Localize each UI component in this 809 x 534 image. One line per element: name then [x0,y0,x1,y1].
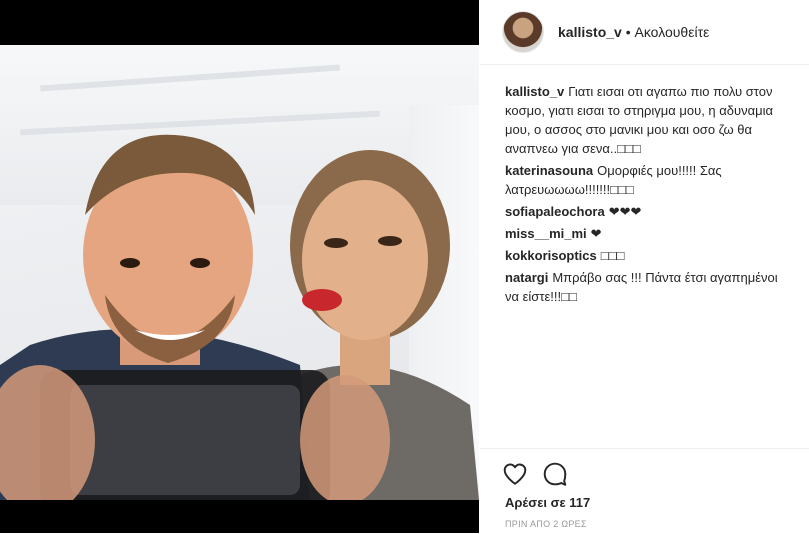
speech-bubble-icon [543,462,567,486]
comment-username[interactable]: natargi [505,270,548,285]
comment-item: sofiapaleochora ❤❤❤ [505,202,795,221]
comment-item: natargi Μπράβο σας !!! Πάντα έτσι αγαπημέ… [505,268,795,306]
avatar[interactable] [502,11,544,53]
comment-username[interactable]: katerinasouna [505,163,593,178]
header-separator: • [621,24,635,40]
follow-status-button[interactable]: Ακολουθείτε [635,24,710,40]
comment-text: ❤❤❤ [608,204,642,219]
comment-username[interactable]: miss__mi_mi [505,226,587,241]
author-username[interactable]: kallisto_v [558,24,622,40]
comments-list: kallisto_v Γιατι εισαι οτι αγαπω πιο πολυ… [505,82,795,309]
comment-text: □□□ [600,248,625,263]
comment-button[interactable] [542,461,568,487]
comment-username[interactable]: sofiapaleochora [505,204,605,219]
caption: kallisto_v Γιατι εισαι οτι αγαπω πιο πολυ… [505,82,795,158]
post-actions: Αρέσει σε 117 ΠΡΙΝ ΑΠΟ 2 ΩΡΕΣ [480,448,809,534]
post-image-panel [0,0,479,533]
likes-count[interactable]: Αρέσει σε 117 [505,495,590,510]
post-header: kallisto_v • Ακολουθείτε [480,0,809,65]
comment-username[interactable]: kokkorisoptics [505,248,597,263]
post-photo [0,45,479,500]
post-timestamp: ΠΡΙΝ ΑΠΟ 2 ΩΡΕΣ [505,519,587,529]
heart-outline-icon [503,463,527,485]
header-text: kallisto_v • Ακολουθείτε [558,24,709,40]
comment-item: katerinasouna Ομορφιές μου!!!!! Σας λατρε… [505,161,795,199]
comment-item: miss__mi_mi ❤ [505,224,795,243]
selfie-illustration [0,134,479,500]
like-button[interactable] [502,461,528,487]
comment-text: ❤ [590,226,602,241]
comment-username[interactable]: kallisto_v [505,84,564,99]
comment-item: kokkorisoptics □□□ [505,246,795,265]
